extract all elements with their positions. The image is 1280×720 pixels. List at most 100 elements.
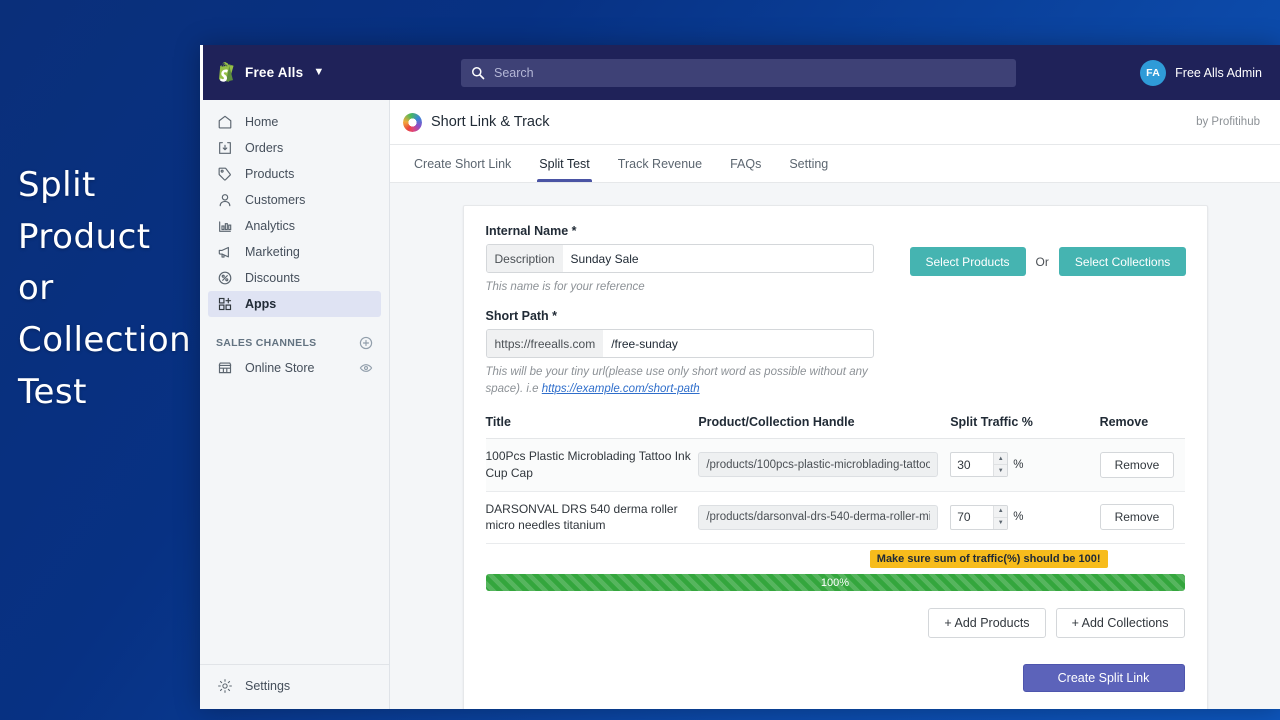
column-header-title: Title bbox=[485, 414, 699, 439]
sidebar-footer: Settings bbox=[200, 664, 389, 709]
main-content: Short Link & Track by Profitihub Create … bbox=[390, 100, 1280, 709]
add-collections-button[interactable]: + Add Collections bbox=[1055, 608, 1185, 639]
bar-chart-icon bbox=[216, 217, 234, 235]
split-traffic-input[interactable] bbox=[951, 457, 994, 472]
tab-create-short-link[interactable]: Create Short Link bbox=[400, 145, 525, 182]
sidebar-item-label: Orders bbox=[245, 141, 284, 155]
remove-row-button[interactable]: Remove bbox=[1099, 451, 1175, 478]
select-products-button[interactable]: Select Products bbox=[909, 247, 1026, 276]
short-path-addon: https://freealls.com bbox=[486, 330, 604, 358]
tab-label: FAQs bbox=[730, 156, 762, 171]
sidebar-item-label: Online Store bbox=[245, 361, 315, 375]
tab-label: Setting bbox=[789, 156, 829, 171]
sidebar: Home Orders Products Customers Analytics… bbox=[200, 100, 390, 709]
stepper-down-icon[interactable]: ▼ bbox=[994, 518, 1007, 529]
split-traffic-stepper[interactable]: ▲ ▼ bbox=[950, 504, 1009, 530]
sidebar-item-label: Customers bbox=[245, 193, 306, 207]
table-header: Title Product/Collection Handle Split Tr… bbox=[485, 414, 1185, 439]
annotation-line-5: Test bbox=[18, 371, 87, 412]
top-form-row: Internal Name * Description This name is… bbox=[485, 224, 1187, 295]
row-remove-cell: Remove bbox=[1099, 491, 1185, 545]
sidebar-item-analytics[interactable]: Analytics bbox=[208, 213, 381, 239]
stepper-up-icon[interactable]: ▲ bbox=[994, 453, 1008, 466]
tab-track-revenue[interactable]: Track Revenue bbox=[604, 145, 716, 182]
traffic-sum-warning: Make sure sum of traffic(%) should be 10… bbox=[869, 550, 1108, 569]
page-title: Short Link & Track bbox=[431, 114, 550, 130]
annotation-line-2: Product bbox=[18, 216, 151, 257]
split-traffic-stepper[interactable]: ▲ ▼ bbox=[950, 452, 1009, 478]
short-path-input[interactable] bbox=[603, 330, 873, 358]
create-split-link-button[interactable]: Create Split Link bbox=[1022, 664, 1185, 693]
add-products-button[interactable]: + Add Products bbox=[928, 608, 1046, 639]
tab-setting[interactable]: Setting bbox=[775, 145, 842, 182]
app-logo-icon bbox=[403, 112, 422, 132]
search-input[interactable]: Search bbox=[461, 58, 1016, 87]
tab-faqs[interactable]: FAQs bbox=[716, 145, 775, 182]
split-traffic-input[interactable] bbox=[951, 510, 994, 525]
traffic-progress-bar: 100% bbox=[485, 574, 1185, 592]
chevron-down-icon: ▼ bbox=[313, 66, 325, 78]
table-header-row: Title Product/Collection Handle Split Tr… bbox=[485, 414, 1185, 439]
stepper-up-icon[interactable]: ▲ bbox=[994, 506, 1008, 518]
store-name: Free Alls bbox=[245, 65, 304, 80]
stepper-arrows[interactable]: ▲ ▼ bbox=[993, 453, 1008, 477]
search-placeholder: Search bbox=[494, 65, 534, 80]
eye-icon[interactable] bbox=[359, 361, 373, 375]
apps-icon bbox=[216, 295, 234, 313]
sales-channels-label: SALES CHANNELS bbox=[216, 337, 317, 349]
column-header-split: Split Traffic % bbox=[950, 414, 1100, 439]
annotation-line-1: Split bbox=[18, 165, 96, 205]
store-switcher[interactable]: Free Alls ▼ bbox=[200, 61, 387, 84]
app-author: by Profitihub bbox=[1196, 116, 1260, 128]
sidebar-item-orders[interactable]: Orders bbox=[208, 135, 381, 161]
sidebar-item-customers[interactable]: Customers bbox=[208, 187, 381, 213]
select-collections-button[interactable]: Select Collections bbox=[1058, 247, 1187, 276]
internal-name-block: Internal Name * Description This name is… bbox=[485, 224, 874, 295]
sidebar-item-online-store[interactable]: Online Store bbox=[208, 355, 381, 381]
traffic-progress-fill: 100% bbox=[485, 574, 1185, 592]
plus-circle-icon[interactable] bbox=[359, 336, 373, 350]
short-path-block: Short Path * https://freealls.com This w… bbox=[485, 309, 1185, 397]
sidebar-item-settings[interactable]: Settings bbox=[208, 673, 381, 699]
sidebar-item-label: Products bbox=[245, 167, 295, 181]
person-icon bbox=[216, 191, 234, 209]
sidebar-item-home[interactable]: Home bbox=[208, 109, 381, 135]
submit-row: Create Split Link bbox=[486, 664, 1185, 693]
sidebar-item-label: Analytics bbox=[245, 219, 296, 233]
row-split-cell: ▲ ▼ % bbox=[950, 438, 1100, 492]
orders-icon bbox=[216, 139, 234, 157]
short-path-label: Short Path * bbox=[485, 309, 558, 324]
tab-label: Create Short Link bbox=[414, 156, 512, 171]
row-remove-cell: Remove bbox=[1099, 438, 1185, 492]
short-path-example-link[interactable]: https://example.com/short-path bbox=[542, 383, 700, 395]
column-header-handle: Product/Collection Handle bbox=[698, 414, 951, 439]
product-handle-input[interactable] bbox=[698, 504, 939, 530]
internal-name-helper: This name is for your reference bbox=[485, 281, 645, 293]
sidebar-item-label: Settings bbox=[245, 679, 291, 693]
tag-icon bbox=[216, 165, 234, 183]
storefront-icon bbox=[216, 359, 234, 377]
search-icon bbox=[471, 66, 485, 80]
tab-bar: Create Short Link Split Test Track Reven… bbox=[390, 145, 1280, 183]
user-menu[interactable]: FA Free Alls Admin bbox=[1140, 59, 1262, 86]
internal-name-addon: Description bbox=[486, 245, 563, 272]
sidebar-item-marketing[interactable]: Marketing bbox=[208, 239, 381, 265]
tab-split-test[interactable]: Split Test bbox=[525, 145, 604, 182]
or-label: Or bbox=[1035, 254, 1049, 269]
handwritten-annotation: Split Product or Collection Test bbox=[18, 160, 198, 418]
sidebar-item-apps[interactable]: Apps bbox=[208, 291, 381, 317]
shopify-logo-icon bbox=[216, 61, 236, 84]
internal-name-input[interactable] bbox=[562, 245, 873, 272]
remove-row-button[interactable]: Remove bbox=[1099, 504, 1175, 531]
product-handle-input[interactable] bbox=[698, 452, 939, 478]
internal-name-label: Internal Name * bbox=[485, 224, 577, 238]
sidebar-item-discounts[interactable]: Discounts bbox=[208, 265, 381, 291]
stepper-arrows[interactable]: ▲ ▼ bbox=[993, 505, 1008, 529]
sales-channels-header: SALES CHANNELS bbox=[200, 331, 389, 355]
search-container: Search bbox=[461, 58, 1016, 87]
sidebar-item-products[interactable]: Products bbox=[208, 161, 381, 187]
row-handle-cell bbox=[698, 438, 951, 492]
table-body: 100Pcs Plastic Microblading Tattoo Ink C… bbox=[485, 438, 1185, 545]
stepper-down-icon[interactable]: ▼ bbox=[994, 465, 1007, 476]
